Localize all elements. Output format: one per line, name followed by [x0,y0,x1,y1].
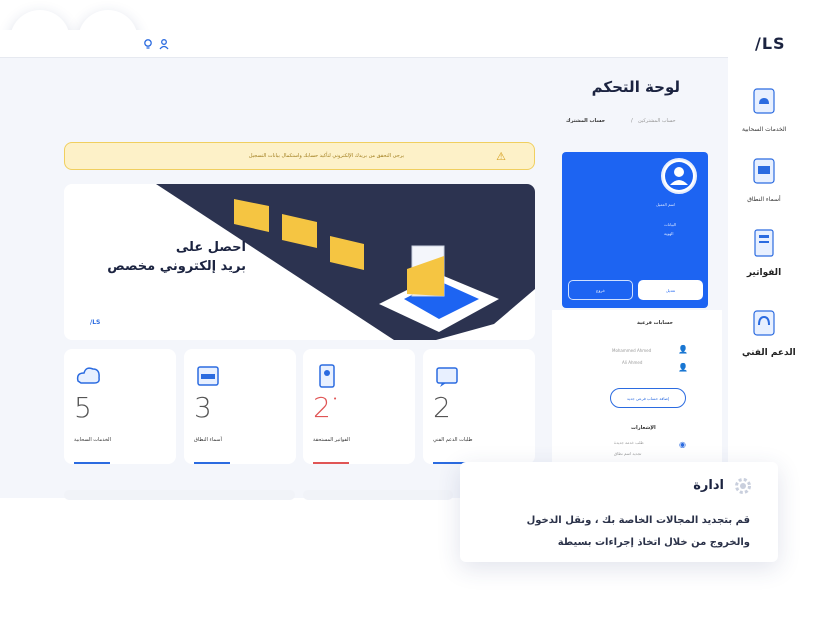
sidebar-item-invoices[interactable]: الفواتير [742,226,786,278]
doc-icon [319,364,335,388]
stat-card-invoices[interactable]: 2 • الفواتير المستحقة [303,349,415,464]
stat-card-domains[interactable]: 3 أسماء النطاق [184,349,296,464]
sidebar-item-label: الفواتير [746,268,782,278]
alert-dot: • [333,395,338,403]
domain-icon [753,158,775,184]
stat-value: 2 [433,391,451,424]
avatar[interactable] [661,158,697,194]
subaccounts-title: حسابات فرعية [637,320,673,326]
stat-label: طلبات الدعم الفني [433,437,473,443]
notification-icon: ◉ [679,440,686,449]
bulb-icon[interactable] [142,38,154,50]
logout-button[interactable]: خروج [568,280,633,300]
notifications-title: الإشعارات [631,425,656,431]
invoice-icon [754,229,774,257]
stat-label: الفواتير المستحقة [313,437,350,443]
banner-headline: احصل على بريد إلكتروني مخصص [86,240,246,274]
chat-icon [436,367,458,387]
add-subaccount-button[interactable]: إضافة حساب فرعي جديد [610,388,686,408]
profile-line-1: البيانات [664,222,677,227]
support-icon [753,310,775,336]
stat-label: الخدمات السحابية [74,437,111,443]
stat-card-cloud[interactable]: 5 الخدمات السحابية [64,349,176,464]
sidebar-item-cloud[interactable]: الخدمات السحابية [742,84,786,133]
cloud-hosting-icon [753,88,775,114]
profile-card: اسم العميل البيانات الهوية تعديل خروج [562,152,708,308]
tooltip-title: ادارة [693,478,724,493]
sidebar-item-label: أسماء النطاق [747,196,781,203]
logo: /LS [755,34,786,53]
top-bar [0,30,728,58]
stat-accent-bar [74,462,110,464]
gear-icon [735,478,751,494]
subaccount-item: Mohammed Ahmed [612,348,652,353]
warning-alert: يرجى التحقق من بريدك الإلكتروني لتأكيد ح… [64,142,535,170]
page-title: لوحة التحكم [591,78,680,96]
feature-tooltip: ادارة قم بتجديد المجالات الخاصة بك ، ونق… [460,462,778,562]
lower-card [303,490,453,500]
user-icon[interactable] [158,38,170,50]
cloud-icon [76,367,100,384]
user-icon: 👤 [678,363,688,372]
breadcrumb-parent[interactable]: حساب المشتركين [638,118,676,124]
edit-profile-button[interactable]: تعديل [638,280,703,300]
sidebar-item-domains[interactable]: أسماء النطاق [742,154,786,203]
sidebar-item-label: الخدمات السحابية [742,126,787,133]
lower-card [64,490,295,500]
banner-line-2: بريد إلكتروني مخصص [107,259,246,274]
banner-brand: /LS [90,319,101,326]
warning-icon: ⚠ [496,150,506,163]
stat-label: أسماء النطاق [194,437,222,443]
tooltip-body: قم بتجديد المجالات الخاصة بك ، ونقل الدخ… [526,515,750,548]
stat-card-support[interactable]: 2 طلبات الدعم الفني [423,349,535,464]
stat-accent-bar [313,462,349,464]
sidebar-item-support[interactable]: الدعم الفني [742,306,796,358]
stat-accent-bar [194,462,230,464]
card-icon [197,366,219,386]
profile-name: اسم العميل [656,202,676,207]
notification-item: طلب خدمة جديدة [614,440,644,445]
stat-value: 2 [313,391,331,424]
promo-banner[interactable]: احصل على بريد إلكتروني مخصص /LS [64,184,535,340]
user-avatar-icon [665,162,693,190]
sidebar-item-label: الدعم الفني [742,348,796,358]
stat-value: 3 [194,391,212,424]
breadcrumb-current: حساب المشترك [566,118,606,124]
banner-line-1: احصل على [175,240,246,255]
alert-text: يرجى التحقق من بريدك الإلكتروني لتأكيد ح… [248,153,404,159]
breadcrumb-separator: / [631,118,633,124]
user-icon: 👤 [678,345,688,354]
profile-line-2: الهوية [664,231,674,236]
notification-item: تجديد اسم نطاق [614,451,642,456]
subaccount-item: Ali Ahmed [622,360,643,365]
stat-value: 5 [74,391,92,424]
